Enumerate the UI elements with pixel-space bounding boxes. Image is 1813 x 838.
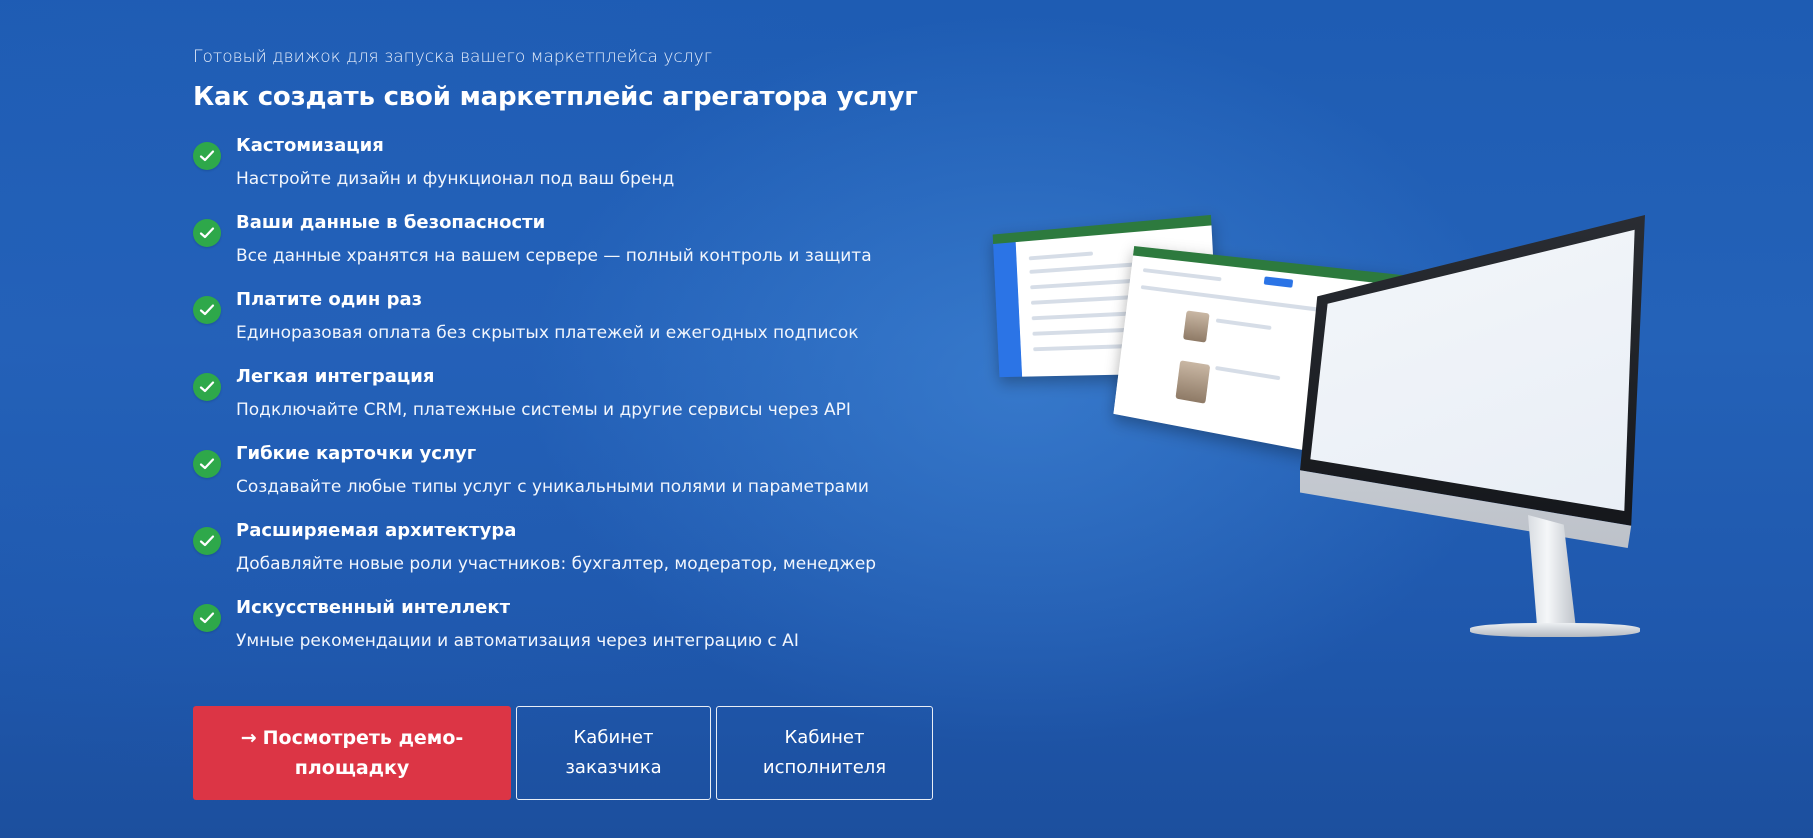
avatar — [1182, 310, 1210, 343]
page-title: Как создать свой маркетплейс агрегатора … — [193, 82, 918, 112]
avatar — [1175, 360, 1211, 404]
customer-cabinet-button[interactable]: Кабинет заказчика — [516, 706, 711, 800]
text-line — [1142, 268, 1222, 282]
text-line — [1215, 365, 1281, 381]
text-line — [1028, 251, 1094, 261]
feature-item-one-time-payment: Платите один раз Единоразовая оплата без… — [193, 288, 953, 365]
feature-description: Подключайте CRM, платежные системы и дру… — [236, 400, 851, 420]
product-illustration — [985, 205, 1665, 665]
demo-button[interactable]: → Посмотреть демо-площадку — [193, 706, 511, 800]
demo-button-label: Посмотреть демо-площадку — [262, 727, 464, 779]
feature-item-customization: Кастомизация Настройте дизайн и функцион… — [193, 134, 953, 211]
text-line — [1215, 318, 1272, 331]
feature-title: Расширяемая архитектура — [236, 520, 517, 541]
feature-list: Кастомизация Настройте дизайн и функцион… — [193, 134, 953, 673]
feature-description: Все данные хранятся на вашем сервере — п… — [236, 246, 872, 266]
action-buttons: → Посмотреть демо-площадку Кабинет заказч… — [193, 706, 933, 800]
monitor-mockup — [1300, 215, 1645, 637]
check-circle-icon — [193, 527, 221, 555]
feature-item-architecture: Расширяемая архитектура Добавляйте новые… — [193, 519, 953, 596]
feature-title: Искусственный интеллект — [236, 597, 510, 618]
feature-title: Легкая интеграция — [236, 366, 435, 387]
feature-item-integration: Легкая интеграция Подключайте CRM, плате… — [193, 365, 953, 442]
executor-cabinet-label: Кабинет исполнителя — [762, 727, 887, 778]
feature-title: Ваши данные в безопасности — [236, 212, 546, 233]
feature-title: Платите один раз — [236, 289, 423, 310]
feature-description: Настройте дизайн и функционал под ваш бр… — [236, 169, 675, 189]
feature-description: Создавайте любые типы услуг с уникальным… — [236, 477, 869, 497]
monitor-base — [1470, 623, 1640, 637]
feature-description: Единоразовая оплата без скрытых платежей… — [236, 323, 859, 343]
active-tab-marker — [1263, 276, 1294, 288]
feature-item-ai: Искусственный интеллект Умные рекомендац… — [193, 596, 953, 673]
feature-description: Добавляйте новые роли участников: бухгал… — [236, 554, 877, 574]
arrow-right-icon: → — [240, 727, 257, 749]
hero-section: Готовый движок для запуска вашего маркет… — [193, 46, 953, 673]
feature-title: Кастомизация — [236, 135, 384, 156]
sidebar-panel — [993, 242, 1023, 378]
check-circle-icon — [193, 373, 221, 401]
feature-item-service-cards: Гибкие карточки услуг Создавайте любые т… — [193, 442, 953, 519]
window-titlebar — [992, 214, 1212, 245]
feature-description: Умные рекомендации и автоматизация через… — [236, 631, 799, 651]
feature-title: Гибкие карточки услуг — [236, 443, 477, 464]
check-circle-icon — [193, 219, 221, 247]
check-circle-icon — [193, 450, 221, 478]
check-circle-icon — [193, 604, 221, 632]
customer-cabinet-label: Кабинет заказчика — [565, 727, 662, 778]
check-circle-icon — [193, 142, 221, 170]
feature-item-security: Ваши данные в безопасности Все данные хр… — [193, 211, 953, 288]
hero-eyebrow: Готовый движок для запуска вашего маркет… — [193, 47, 713, 67]
check-circle-icon — [193, 296, 221, 324]
executor-cabinet-button[interactable]: Кабинет исполнителя — [716, 706, 933, 800]
